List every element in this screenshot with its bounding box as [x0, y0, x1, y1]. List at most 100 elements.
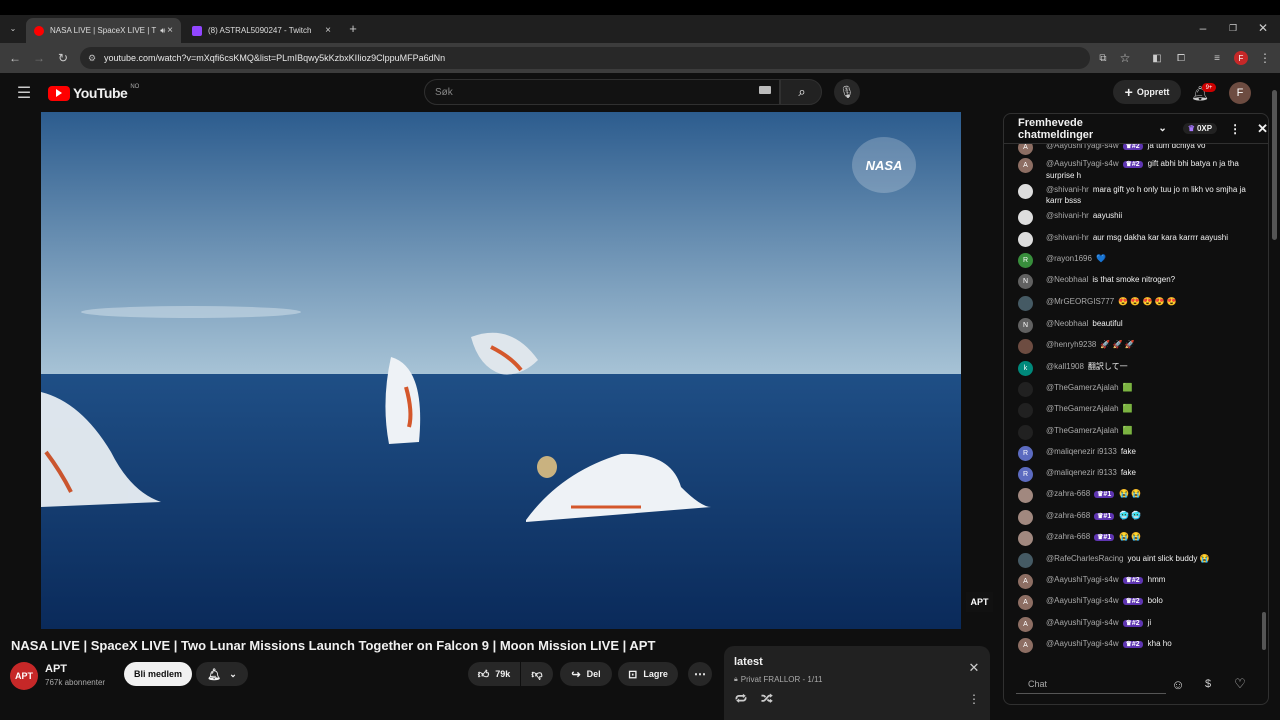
chat-author-name[interactable]: @TheGamerzAjalah	[1046, 383, 1119, 392]
super-chat-icon[interactable]: $	[1200, 676, 1216, 692]
chat-message[interactable]: A @AayushiTyagi-s4w ♛#2 gift abhi bhi batya…	[1018, 158, 1258, 181]
chat-message[interactable]: A @AayushiTyagi-s4w ♛#2 ja tum dchiya vo	[1018, 144, 1258, 155]
chat-author-avatar[interactable]: A	[1018, 638, 1033, 653]
chat-message[interactable]: @MrGEORGIS777 😍 😍 😍 😍 😍	[1018, 296, 1258, 311]
chat-message[interactable]: N @Neobhaal is that smoke nitrogen?	[1018, 274, 1258, 289]
chat-author-avatar[interactable]: N	[1018, 318, 1033, 333]
more-actions-button[interactable]: ⋯	[688, 662, 712, 686]
chat-author-avatar[interactable]	[1018, 184, 1033, 199]
chat-author-name[interactable]: @AayushiTyagi-s4w	[1046, 639, 1119, 648]
close-tab-icon[interactable]: ×	[325, 25, 331, 36]
search-button[interactable]: ⌕	[780, 79, 822, 105]
channel-watermark[interactable]: APT	[966, 592, 993, 612]
chat-author-avatar[interactable]: A	[1018, 574, 1033, 589]
extensions-puzzle-icon[interactable]: ⧠	[1174, 51, 1188, 65]
chat-message[interactable]: A @AayushiTyagi-s4w ♛#2 kha ho	[1018, 638, 1258, 653]
chat-author-avatar[interactable]	[1018, 425, 1033, 440]
join-button[interactable]: Bli medlem	[124, 662, 192, 686]
chat-author-name[interactable]: @henryh9238	[1046, 340, 1096, 349]
chat-message[interactable]: @TheGamerzAjalah 🟩	[1018, 425, 1258, 440]
chat-message[interactable]: @TheGamerzAjalah 🟩	[1018, 382, 1258, 397]
install-app-icon[interactable]: ⧉	[1096, 51, 1110, 65]
reload-icon[interactable]: ↻	[56, 51, 70, 65]
chat-message[interactable]: A @AayushiTyagi-s4w ♛#2 bolo	[1018, 595, 1258, 610]
speaker-icon[interactable]: 🔊︎	[160, 26, 165, 36]
chat-menu-icon[interactable]: ⋮	[1229, 122, 1241, 136]
browser-menu-icon[interactable]: ⋮	[1258, 51, 1272, 65]
chat-author-name[interactable]: @maliqenezir i9133	[1046, 468, 1117, 477]
extension-icon[interactable]: ◧	[1150, 51, 1164, 65]
bookmark-star-icon[interactable]: ☆	[1118, 51, 1132, 65]
chevron-down-icon[interactable]: ⌄	[1158, 123, 1166, 134]
chat-message[interactable]: @henryh9238 🚀 🚀 🚀	[1018, 339, 1258, 354]
chat-author-name[interactable]: @rayon1696	[1046, 254, 1092, 263]
chat-message[interactable]: A @AayushiTyagi-s4w ♛#2 ji	[1018, 617, 1258, 632]
video-player[interactable]: NASA	[41, 112, 961, 629]
reading-list-icon[interactable]: ≡	[1210, 51, 1224, 65]
close-window-icon[interactable]: ✕	[1256, 21, 1270, 35]
tab-search-icon[interactable]: ⌄	[6, 21, 20, 35]
chat-author-name[interactable]: @shivani-hr	[1046, 211, 1089, 220]
close-tab-icon[interactable]: ×	[167, 25, 173, 36]
close-playlist-icon[interactable]: ✕	[968, 660, 980, 675]
back-icon[interactable]: ←	[8, 51, 22, 65]
chat-message[interactable]: @zahra-668 ♛#1 😭 😭	[1018, 531, 1258, 546]
save-button[interactable]: ⊡ Lagre	[618, 662, 678, 686]
share-button[interactable]: ↪ Del	[560, 662, 612, 686]
tab-youtube[interactable]: NASA LIVE | SpaceX LIVE | T 🔊︎ ×	[26, 18, 181, 43]
points-badge[interactable]: ♛ 0XP	[1182, 123, 1218, 134]
chat-author-avatar[interactable]	[1018, 339, 1033, 354]
chat-author-avatar[interactable]: A	[1018, 617, 1033, 632]
chat-message[interactable]: @TheGamerzAjalah 🟩	[1018, 403, 1258, 418]
heart-icon[interactable]: ♡	[1232, 676, 1248, 692]
chat-author-name[interactable]: @maliqenezir i9133	[1046, 447, 1117, 456]
youtube-logo[interactable]: YouTube NO	[48, 84, 139, 101]
chat-message[interactable]: A @AayushiTyagi-s4w ♛#2 hmm	[1018, 574, 1258, 589]
chat-author-avatar[interactable]	[1018, 553, 1033, 568]
new-tab-button[interactable]: +	[346, 20, 360, 36]
chat-author-avatar[interactable]: A	[1018, 158, 1033, 173]
chat-message[interactable]: @RafeCharlesRacing you aint slick buddy 😭	[1018, 553, 1258, 568]
emoji-icon[interactable]: ☺	[1170, 676, 1186, 692]
chat-author-avatar[interactable]	[1018, 210, 1033, 225]
site-info-icon[interactable]: ⚙	[88, 53, 96, 64]
chat-input[interactable]: Chat	[1016, 674, 1166, 694]
voice-search-icon[interactable]: 🎙︎	[834, 79, 860, 105]
channel-avatar[interactable]: APT	[10, 662, 38, 690]
address-bar[interactable]: ⚙ youtube.com/watch?v=mXqfi6csKMQ&list=P…	[80, 47, 1090, 69]
chat-message[interactable]: @shivani-hr mara gift yo h only tuu jo m …	[1018, 184, 1258, 206]
chat-author-name[interactable]: @zahra-668	[1046, 511, 1090, 520]
subscribe-bell-button[interactable]: 🔔︎ ⌄	[196, 662, 248, 686]
minimize-icon[interactable]: –	[1196, 21, 1210, 35]
chat-message[interactable]: @shivani-hr aayushii	[1018, 210, 1258, 225]
chat-scrollbar[interactable]	[1262, 612, 1266, 650]
chat-message[interactable]: R @maliqenezir i9133 fake	[1018, 467, 1258, 482]
chat-author-avatar[interactable]	[1018, 296, 1033, 311]
chat-message[interactable]: R @maliqenezir i9133 fake	[1018, 446, 1258, 461]
chat-author-name[interactable]: @zahra-668	[1046, 532, 1090, 541]
chat-author-avatar[interactable]	[1018, 382, 1033, 397]
chat-author-avatar[interactable]: N	[1018, 274, 1033, 289]
chat-author-avatar[interactable]	[1018, 531, 1033, 546]
chat-author-avatar[interactable]: R	[1018, 253, 1033, 268]
loop-icon[interactable]: 🔁︎	[734, 692, 748, 706]
chat-author-avatar[interactable]: R	[1018, 467, 1033, 482]
playlist-title[interactable]: latest	[734, 656, 763, 668]
chat-author-name[interactable]: @Neobhaal	[1046, 319, 1088, 328]
profile-avatar[interactable]: F	[1234, 51, 1248, 65]
chat-message[interactable]: @zahra-668 ♛#1 🥶 🥶	[1018, 510, 1258, 525]
chat-author-avatar[interactable]: k	[1018, 361, 1033, 376]
playlist-menu-icon[interactable]: ⋮	[968, 692, 980, 706]
chat-author-name[interactable]: @AayushiTyagi-s4w	[1046, 144, 1119, 150]
account-avatar[interactable]: F	[1229, 82, 1251, 104]
page-scrollbar[interactable]	[1272, 90, 1277, 240]
chat-author-avatar[interactable]	[1018, 232, 1033, 247]
chat-author-avatar[interactable]	[1018, 488, 1033, 503]
chat-message[interactable]: k @kall1908 翻訳して一	[1018, 361, 1258, 376]
chat-message[interactable]: @zahra-668 ♛#1 😭 😭	[1018, 488, 1258, 503]
chat-message[interactable]: R @rayon1696 💙	[1018, 253, 1258, 268]
chat-author-name[interactable]: @shivani-hr	[1046, 233, 1089, 242]
chat-author-name[interactable]: @AayushiTyagi-s4w	[1046, 618, 1119, 627]
chat-author-avatar[interactable]: A	[1018, 595, 1033, 610]
close-chat-icon[interactable]: ✕	[1257, 121, 1268, 137]
